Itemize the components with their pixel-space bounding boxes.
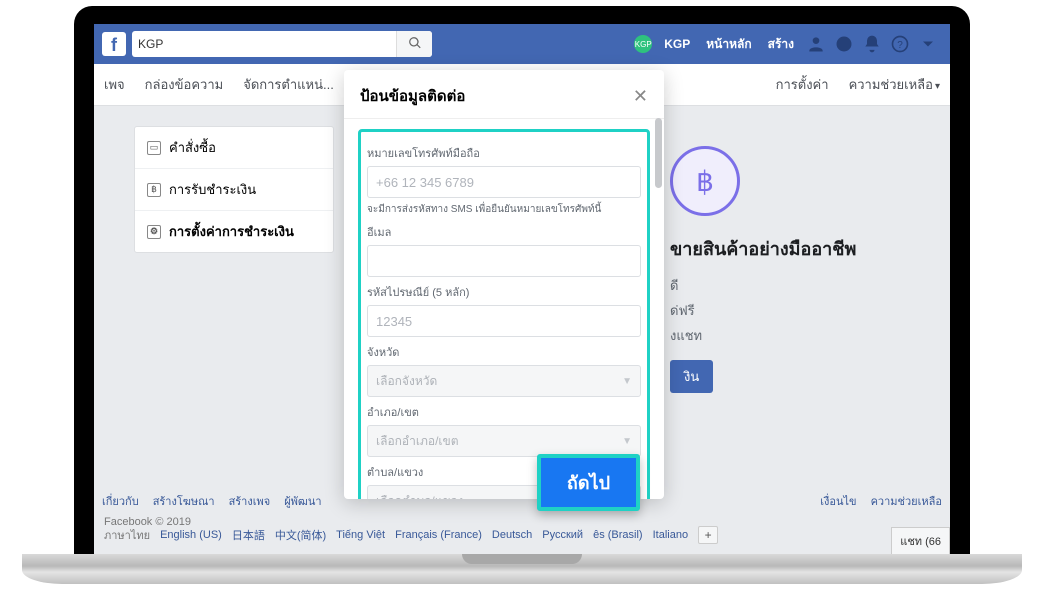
bell-icon[interactable] xyxy=(862,34,882,54)
facebook-logo[interactable]: f xyxy=(102,32,126,56)
chevron-down-icon[interactable] xyxy=(918,34,938,54)
close-icon[interactable]: ✕ xyxy=(633,86,648,107)
promo-line: ด่ฟรี xyxy=(670,300,920,321)
footer-create-ad[interactable]: สร้างโฆษณา xyxy=(153,492,215,510)
footer-help[interactable]: ความช่วยเหลือ xyxy=(871,492,942,510)
baht-icon: ฿ xyxy=(147,183,161,197)
chevron-down-icon: ▾ xyxy=(935,81,940,92)
friends-icon[interactable] xyxy=(806,34,826,54)
svg-text:?: ? xyxy=(897,40,903,51)
email-label: อีเมล xyxy=(367,223,641,241)
lang-link[interactable]: Français (France) xyxy=(395,529,482,541)
laptop-frame: f KGP KGP หน้าหลัก สร้าง ? เพจ xyxy=(74,6,970,554)
district-select[interactable]: เลือกอำเภอ/เขต ▼ xyxy=(367,425,641,457)
lang-link[interactable]: Italiano xyxy=(653,529,688,541)
language-bar: ภาษาไทย English (US) 日本語 中文(简体) Tiếng Vi… xyxy=(104,526,860,544)
subnav-inbox[interactable]: กล่องข้อความ xyxy=(145,74,224,95)
phone-hint: จะมีการส่งรหัสทาง SMS เพื่อยืนยันหมายเลข… xyxy=(367,202,641,217)
lang-link[interactable]: Русский xyxy=(542,529,583,541)
lang-link[interactable]: English (US) xyxy=(160,529,222,541)
contact-info-modal: ป้อนข้อมูลติดต่อ ✕ หมายเลขโทรศัพท์มือถือ… xyxy=(344,70,664,499)
modal-scrollbar[interactable] xyxy=(655,118,662,418)
phone-label: หมายเลขโทรศัพท์มือถือ xyxy=(367,144,641,162)
settings-sidebar: ▭ คำสั่งซื้อ ฿ การรับชำระเงิน ⚙ การตั้งค… xyxy=(134,126,334,253)
sidebar-item-label: การรับชำระเงิน xyxy=(169,179,256,200)
footer-about[interactable]: เกี่ยวกับ xyxy=(102,492,139,510)
modal-title: ป้อนข้อมูลติดต่อ xyxy=(360,84,633,108)
province-label: จังหวัด xyxy=(367,343,641,361)
phone-input[interactable] xyxy=(367,166,641,198)
nav-create[interactable]: สร้าง xyxy=(768,35,794,54)
lang-link[interactable]: 中文(简体) xyxy=(275,527,326,543)
gear-icon: ⚙ xyxy=(147,225,161,239)
next-button[interactable]: ถัดไป xyxy=(537,454,640,511)
promo-line: งแชท xyxy=(670,325,920,346)
user-name[interactable]: KGP xyxy=(664,37,690,51)
lang-link[interactable]: 日本語 xyxy=(232,527,265,543)
orders-icon: ▭ xyxy=(147,141,161,155)
form-highlight-box: หมายเลขโทรศัพท์มือถือ จะมีการส่งรหัสทาง … xyxy=(358,129,650,499)
messenger-icon[interactable] xyxy=(834,34,854,54)
promo-line: ดี xyxy=(670,275,920,296)
subnav-help[interactable]: ความช่วยเหลือ▾ xyxy=(849,74,940,95)
lang-link[interactable]: ês (Brasil) xyxy=(593,529,643,541)
lang-link[interactable]: Tiếng Việt xyxy=(336,529,385,541)
province-select[interactable]: เลือกจังหวัด ▼ xyxy=(367,365,641,397)
district-label: อำเภอ/เขต xyxy=(367,403,641,421)
help-icon[interactable]: ? xyxy=(890,34,910,54)
email-input[interactable] xyxy=(367,245,641,277)
subnav-page[interactable]: เพจ xyxy=(104,74,125,95)
footer-terms[interactable]: เงื่อนไข xyxy=(820,492,856,510)
sidebar-item-label: การตั้งค่าการชำระเงิน xyxy=(169,221,294,242)
sidebar-item-payment-settings[interactable]: ⚙ การตั้งค่าการชำระเงิน xyxy=(135,211,333,252)
promo-panel: ฿ ขายสินค้าอย่างมืออาชีพ ดี ด่ฟรี งแชท ง… xyxy=(670,146,920,393)
chevron-down-icon: ▼ xyxy=(622,376,632,387)
top-header: f KGP KGP หน้าหลัก สร้าง ? xyxy=(94,24,950,64)
search-box[interactable] xyxy=(132,31,432,57)
promo-button[interactable]: งิน xyxy=(670,360,713,393)
lang-link[interactable]: Deutsch xyxy=(492,529,532,541)
sidebar-item-payments[interactable]: ฿ การรับชำระเงิน xyxy=(135,169,333,211)
promo-title: ขายสินค้าอย่างมืออาชีพ xyxy=(670,234,920,263)
search-icon xyxy=(408,36,422,53)
footer-developers[interactable]: ผู้พัฒนา xyxy=(284,492,321,510)
chat-tab[interactable]: แชท (66 xyxy=(891,527,950,554)
lang-more-button[interactable]: + xyxy=(698,526,718,544)
chevron-down-icon: ▼ xyxy=(622,436,632,447)
user-avatar-badge[interactable]: KGP xyxy=(634,35,652,53)
scrollbar-thumb[interactable] xyxy=(655,118,662,188)
postal-label: รหัสไปรษณีย์ (5 หลัก) xyxy=(367,283,641,301)
subnav-settings[interactable]: การตั้งค่า xyxy=(776,74,829,95)
currency-circle-icon: ฿ xyxy=(670,146,740,216)
sidebar-item-label: คำสั่งซื้อ xyxy=(169,137,216,158)
lang-current: ภาษาไทย xyxy=(104,526,150,544)
subnav-positions[interactable]: จัดการตำแหน่... xyxy=(243,74,334,95)
search-input[interactable] xyxy=(138,37,396,51)
nav-home[interactable]: หน้าหลัก xyxy=(706,35,751,54)
laptop-notch xyxy=(462,554,582,564)
screen: f KGP KGP หน้าหลัก สร้าง ? เพจ xyxy=(94,24,950,554)
sidebar-item-orders[interactable]: ▭ คำสั่งซื้อ xyxy=(135,127,333,169)
footer-create-page[interactable]: สร้างเพจ xyxy=(229,492,271,510)
postal-input[interactable] xyxy=(367,305,641,337)
search-button[interactable] xyxy=(396,31,432,57)
